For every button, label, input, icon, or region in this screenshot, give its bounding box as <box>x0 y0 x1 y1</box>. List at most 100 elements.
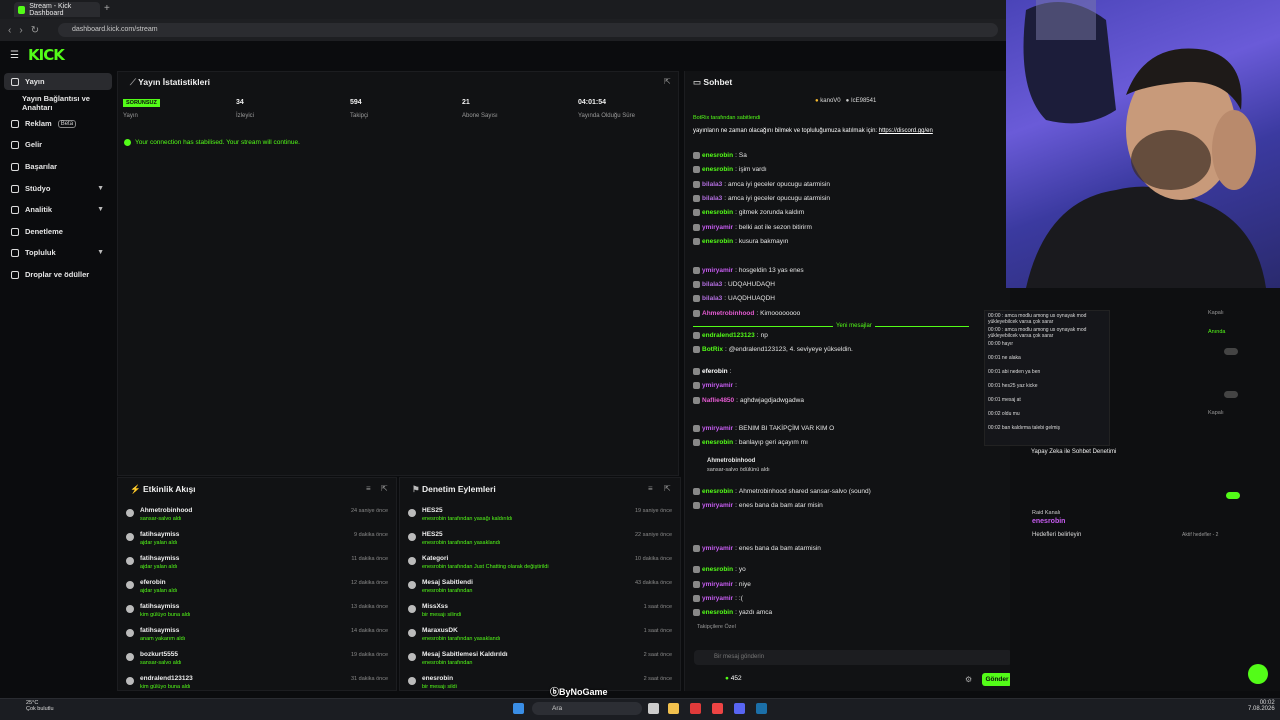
targets-label[interactable]: Hedefleri belirleyin <box>1032 532 1081 538</box>
chat-message[interactable]: enesrobin: gitmek zorunda kaldım <box>693 209 804 216</box>
send-button[interactable]: Gönder <box>982 673 1012 686</box>
chat-message[interactable]: ymiryamir: <box>693 382 739 389</box>
chat-input[interactable]: Bir mesaj gönderin <box>694 650 1012 665</box>
chat-message[interactable]: endralend123123: np <box>693 332 768 339</box>
chat-username[interactable]: ymiryamir <box>702 382 733 389</box>
forward-icon[interactable]: › <box>19 25 22 36</box>
pinned-link[interactable]: https://discord.gg/en <box>879 128 933 134</box>
chat-message[interactable]: bilala3: amca iyi geceler opucugu atarmis… <box>693 181 830 188</box>
clock[interactable]: 00:02 7.08.2026 <box>1248 700 1275 712</box>
chat-message[interactable]: enesrobin: yazdı amca <box>693 609 772 616</box>
list-item[interactable]: Mesaj Sabitlendi enesrobin tarafından 43 d… <box>400 576 680 600</box>
chat-message[interactable]: enesrobin: kusura bakmayın <box>693 238 788 245</box>
chat-message[interactable]: ymiryamir: hosgeldin 13 yas enes <box>693 267 804 274</box>
sidebar-item-9[interactable]: Droplar ve ödüller <box>4 266 112 283</box>
popout-icon[interactable]: ⇱ <box>381 484 388 493</box>
chat-username[interactable]: endralend123123 <box>702 332 755 339</box>
sidebar-item-7[interactable]: Denetleme <box>4 223 112 240</box>
windows-start-icon[interactable] <box>513 703 524 714</box>
settings-icon[interactable]: ⚙ <box>965 675 972 684</box>
chat-message[interactable]: bilala3: amca iyi geceler opucugu atarmis… <box>693 195 830 202</box>
chat-username[interactable]: ymiryamir <box>702 425 733 432</box>
chat-username[interactable]: enesrobin <box>702 488 733 495</box>
chat-username[interactable]: enesrobin <box>702 439 733 446</box>
app-icon[interactable] <box>712 703 723 714</box>
task-view-icon[interactable] <box>648 703 659 714</box>
filter-icon[interactable]: ≡ <box>366 484 371 493</box>
chat-message[interactable]: enesrobin: Sa <box>693 152 747 159</box>
chat-message[interactable]: eferobin: <box>693 368 733 375</box>
chat-username[interactable]: bilala3 <box>702 195 722 202</box>
chat-message[interactable]: enesrobin: yo <box>693 566 746 573</box>
chat-message[interactable]: bilala3: UDQAHUDAQH <box>693 281 775 288</box>
sidebar-item-4[interactable]: Başarılar <box>4 158 112 175</box>
list-item[interactable]: Kategori enesrobin tarafından Just Chatti… <box>400 552 680 576</box>
filter-icon[interactable]: ≡ <box>648 484 653 493</box>
list-item[interactable]: fatihsaymiss kim gülüyo buna aldı 13 dakik… <box>118 600 396 624</box>
chat-bubble-icon[interactable] <box>1248 664 1268 684</box>
list-item[interactable]: Mesaj Sabitlemesi Kaldırıldı enesrobin ta… <box>400 648 680 672</box>
chat-message[interactable]: bilala3: UAQDHUAQDH <box>693 295 775 302</box>
back-icon[interactable]: ‹ <box>8 25 11 36</box>
opera-icon[interactable] <box>690 703 701 714</box>
sidebar-item-0[interactable]: Yayın <box>4 73 112 90</box>
list-item[interactable]: bozkurt5555 sansar-salvo aldı 19 dakika ön… <box>118 648 396 672</box>
sidebar-item-6[interactable]: Analitik ▼ <box>4 201 112 218</box>
reload-icon[interactable]: ↻ <box>31 25 39 36</box>
list-item[interactable]: HES25 enesrobin tarafından yasaklandı 22 s… <box>400 528 680 552</box>
kick-logo[interactable]: KICK <box>28 46 65 64</box>
sidebar-item-5[interactable]: Stüdyo ▼ <box>4 180 112 197</box>
chat-username[interactable]: enesrobin <box>702 152 733 159</box>
chat-username[interactable]: enesrobin <box>702 238 733 245</box>
steam-icon[interactable] <box>756 703 767 714</box>
list-item[interactable]: enesrobin bir mesajı sildi 2 saat önce <box>400 672 680 696</box>
chat-message[interactable]: ymiryamir: enes bana da bam atarmisin <box>693 545 821 552</box>
chat-username[interactable]: ymiryamir <box>702 224 733 231</box>
chat-username[interactable]: Naflie4850 <box>702 397 734 404</box>
list-item[interactable]: eferobin ajdar yalan aldı 12 dakika önce <box>118 576 396 600</box>
toggle[interactable] <box>1224 391 1238 398</box>
new-tab-icon[interactable]: + <box>104 3 110 14</box>
taskbar-search[interactable]: Ara <box>532 702 642 715</box>
chat-message[interactable]: ymiryamir: niye <box>693 581 751 588</box>
chat-username[interactable]: ymiryamir <box>702 267 733 274</box>
list-item[interactable]: fatihsaymiss anam yakarım aldı 14 dakika ö… <box>118 624 396 648</box>
chat-message[interactable]: Ahmetrobinhood: Kimoooooooo <box>693 310 800 317</box>
chat-username[interactable]: enesrobin <box>702 166 733 173</box>
url-input[interactable]: dashboard.kick.com/stream <box>58 23 998 37</box>
sidebar-item-2[interactable]: Reklam Beta <box>4 115 112 132</box>
chat-message[interactable]: ymiryamir::( <box>693 595 743 602</box>
sidebar-item-3[interactable]: Gelir <box>4 136 112 153</box>
weather-widget[interactable]: 25°C Çok bulutlu <box>26 700 54 712</box>
chat-message[interactable]: ymiryamir: belki aot ile sezon bitirirm <box>693 224 812 231</box>
chat-username[interactable]: Ahmetrobinhood <box>702 310 754 317</box>
ai-toggle[interactable] <box>1226 492 1240 499</box>
chat-message[interactable]: ymiryamir: enes bana da bam atar misin <box>693 502 823 509</box>
list-item[interactable]: HES25 enesrobin tarafından yasağı kaldırı… <box>400 504 680 528</box>
chat-message[interactable]: enesrobin: banlayıp geri açayım mı <box>693 439 808 446</box>
list-item[interactable]: fatihsaymiss ajdar yalan aldı 11 dakika ön… <box>118 552 396 576</box>
chat-message[interactable]: BotRix: @endralend123123, 4. seviyeye yük… <box>693 346 853 353</box>
chat-username[interactable]: bilala3 <box>702 281 722 288</box>
chat-username[interactable]: bilala3 <box>702 181 722 188</box>
chat-username[interactable]: enesrobin <box>702 209 733 216</box>
discord-icon[interactable] <box>734 703 745 714</box>
list-item[interactable]: fatihsaymiss ajdar yalan aldı 9 dakika önc… <box>118 528 396 552</box>
chat-message[interactable]: ymiryamir: BENIM BI TAKİPÇİM VAR KIM O <box>693 425 834 432</box>
chat-username[interactable]: enesrobin <box>702 566 733 573</box>
sidebar-item-8[interactable]: Topluluk ▼ <box>4 244 112 261</box>
chat-username[interactable]: enesrobin <box>702 609 733 616</box>
menu-icon[interactable]: ☰ <box>10 50 19 61</box>
file-explorer-icon[interactable] <box>668 703 679 714</box>
chat-username[interactable]: ymiryamir <box>702 581 733 588</box>
chat-username[interactable]: ymiryamir <box>702 545 733 552</box>
browser-tab[interactable]: Stream - Kick Dashboard <box>14 2 100 17</box>
chat-username[interactable]: BotRix <box>702 346 723 353</box>
list-item[interactable]: MissXss bir mesajı silindi 1 saat önce <box>400 600 680 624</box>
toggle[interactable] <box>1224 348 1238 355</box>
chat-username[interactable]: ymiryamir <box>702 595 733 602</box>
chat-username[interactable]: ymiryamir <box>702 502 733 509</box>
chat-message[interactable]: enesrobin: Ahmetrobinhood shared sansar-s… <box>693 488 871 495</box>
chat-message[interactable]: Naflie4850: aghdwjagdjadwgadwa <box>693 397 804 404</box>
list-item[interactable]: Ahmetrobinhood sansar-salvo aldı 24 saniye… <box>118 504 396 528</box>
